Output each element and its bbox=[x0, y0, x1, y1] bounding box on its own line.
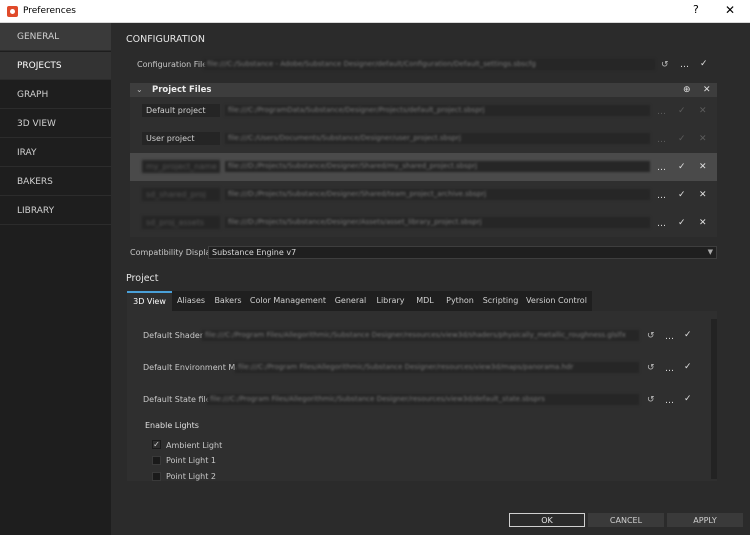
browse-icon[interactable]: … bbox=[665, 332, 674, 342]
tab-mdl[interactable]: MDL bbox=[410, 291, 440, 311]
point-light-2-checkbox[interactable] bbox=[152, 472, 161, 481]
check-icon: ✓ bbox=[678, 106, 686, 116]
apply-button[interactable]: APPLY bbox=[667, 513, 743, 527]
tab-general[interactable]: General bbox=[330, 291, 371, 311]
project-path: file:///C:/Users/Documents/Substance/Des… bbox=[225, 133, 650, 144]
close-icon[interactable]: ✕ bbox=[725, 3, 735, 17]
tab-scripting[interactable]: Scripting bbox=[480, 291, 521, 311]
sidebar-item-projects[interactable]: PROJECTS bbox=[0, 52, 111, 80]
window-title: Preferences bbox=[23, 6, 76, 16]
main-panel: CONFIGURATION Configuration File: file:/… bbox=[111, 23, 750, 535]
check-icon[interactable]: ✓ bbox=[684, 330, 692, 340]
project-path: file:///C:/ProgramData/Substance/Designe… bbox=[225, 105, 650, 116]
project-files-header: ⌄ Project Files ⊕ ✕ bbox=[130, 83, 717, 97]
point-light-2-label: Point Light 2 bbox=[166, 472, 217, 481]
remove-icon[interactable]: ✕ bbox=[699, 190, 707, 200]
default-state-file-path[interactable]: file:///C:/Program Files/Allegorithmic/S… bbox=[207, 394, 639, 405]
sidebar-item-bakers[interactable]: BAKERS bbox=[0, 168, 111, 196]
check-icon[interactable]: ✓ bbox=[684, 362, 692, 372]
sidebar-item-iray[interactable]: IRAY bbox=[0, 139, 111, 167]
sidebar-item-general[interactable]: GENERAL bbox=[0, 23, 111, 51]
dropdown-arrow-icon: ▼ bbox=[707, 248, 713, 256]
remove-icon[interactable]: ✕ bbox=[699, 162, 707, 172]
default-shader-path[interactable]: file:///C:/Program Files/Allegorithmic/S… bbox=[202, 330, 639, 341]
ambient-light-label: Ambient Light bbox=[166, 441, 223, 450]
browse-icon: … bbox=[657, 135, 666, 145]
tab-python[interactable]: Python bbox=[440, 291, 480, 311]
project-path[interactable]: file:///D:/Projects/Substance/Designer/S… bbox=[225, 161, 650, 172]
project-heading: Project bbox=[126, 273, 159, 284]
project-name[interactable]: sd_proj_assets bbox=[142, 216, 220, 229]
remove-icon: ✕ bbox=[699, 134, 707, 144]
project-row-selected[interactable]: my_project_name file:///D:/Projects/Subs… bbox=[130, 153, 717, 181]
remove-icon[interactable]: ✕ bbox=[699, 218, 707, 228]
reset-icon[interactable]: ↺ bbox=[661, 60, 669, 70]
project-row[interactable]: sd_proj_assets file:///D:/Projects/Subst… bbox=[130, 209, 717, 237]
sidebar-item-graph[interactable]: GRAPH bbox=[0, 81, 111, 109]
tab-library[interactable]: Library bbox=[371, 291, 410, 311]
tab-panel-3d-view: Default Shader: file:///C:/Program Files… bbox=[127, 311, 717, 481]
project-name[interactable]: sd_shared_proj bbox=[142, 188, 220, 201]
point-light-1-label: Point Light 1 bbox=[166, 456, 217, 465]
check-icon: ✓ bbox=[678, 134, 686, 144]
compatibility-display-label: Compatibility Display: bbox=[130, 248, 218, 257]
tab-panel-scrollbar[interactable] bbox=[711, 319, 717, 479]
check-icon[interactable]: ✓ bbox=[700, 59, 708, 69]
tab-color-management[interactable]: Color Management bbox=[246, 291, 330, 311]
browse-icon[interactable]: … bbox=[680, 60, 689, 70]
tab-version-control[interactable]: Version Control bbox=[521, 291, 592, 311]
project-name[interactable]: my_project_name bbox=[142, 160, 220, 173]
ambient-light-checkbox[interactable]: ✓ bbox=[152, 440, 161, 449]
compatibility-display-select[interactable]: Substance Engine v7 ▼ bbox=[208, 246, 717, 259]
compatibility-display-value: Substance Engine v7 bbox=[212, 248, 297, 257]
project-name: User project bbox=[142, 132, 220, 145]
reset-icon[interactable]: ↺ bbox=[647, 331, 655, 341]
browse-icon: … bbox=[657, 107, 666, 117]
title-bar: Preferences ? ✕ bbox=[0, 0, 750, 23]
ok-button[interactable]: OK bbox=[509, 513, 585, 527]
cancel-button[interactable]: CANCEL bbox=[588, 513, 664, 527]
default-state-file-label: Default State file: bbox=[143, 395, 214, 404]
project-row[interactable]: Default project file:///C:/ProgramData/S… bbox=[130, 97, 717, 125]
sidebar-item-3d-view[interactable]: 3D VIEW bbox=[0, 110, 111, 138]
sidebar: GENERAL PROJECTS GRAPH 3D VIEW IRAY BAKE… bbox=[0, 23, 111, 535]
configuration-file-label: Configuration File: bbox=[137, 60, 210, 69]
default-environment-map-label: Default Environment Map: bbox=[143, 363, 248, 372]
configuration-heading: CONFIGURATION bbox=[126, 34, 205, 45]
browse-icon[interactable]: … bbox=[665, 396, 674, 406]
point-light-1-checkbox[interactable] bbox=[152, 456, 161, 465]
remove-all-icon[interactable]: ✕ bbox=[703, 85, 711, 95]
browse-icon[interactable]: … bbox=[657, 191, 666, 201]
sidebar-item-library[interactable]: LIBRARY bbox=[0, 197, 111, 225]
remove-icon: ✕ bbox=[699, 106, 707, 116]
tab-aliases[interactable]: Aliases bbox=[172, 291, 210, 311]
check-icon[interactable]: ✓ bbox=[684, 394, 692, 404]
browse-icon[interactable]: … bbox=[657, 219, 666, 229]
browse-icon[interactable]: … bbox=[657, 163, 666, 173]
reset-icon[interactable]: ↺ bbox=[647, 363, 655, 373]
app-logo-icon bbox=[7, 6, 18, 17]
help-button[interactable]: ? bbox=[693, 3, 699, 16]
default-shader-label: Default Shader: bbox=[143, 331, 206, 340]
collapse-chevron-icon[interactable]: ⌄ bbox=[136, 85, 143, 95]
project-row[interactable]: sd_shared_proj file:///D:/Projects/Subst… bbox=[130, 181, 717, 209]
tab-bakers[interactable]: Bakers bbox=[210, 291, 246, 311]
tab-3d-view[interactable]: 3D View bbox=[127, 291, 172, 311]
project-tabs: 3D View Aliases Bakers Color Management … bbox=[127, 291, 592, 311]
check-icon[interactable]: ✓ bbox=[678, 218, 686, 228]
check-icon[interactable]: ✓ bbox=[678, 162, 686, 172]
project-path[interactable]: file:///D:/Projects/Substance/Designer/S… bbox=[225, 189, 650, 200]
enable-lights-heading: Enable Lights bbox=[145, 421, 199, 430]
browse-icon[interactable]: … bbox=[665, 364, 674, 374]
project-path[interactable]: file:///D:/Projects/Substance/Designer/A… bbox=[225, 217, 650, 228]
project-row[interactable]: User project file:///C:/Users/Documents/… bbox=[130, 125, 717, 153]
reset-icon[interactable]: ↺ bbox=[647, 395, 655, 405]
check-icon[interactable]: ✓ bbox=[678, 190, 686, 200]
project-files-title: Project Files bbox=[152, 85, 212, 95]
default-environment-map-path[interactable]: file:///C:/Program Files/Allegorithmic/S… bbox=[235, 362, 639, 373]
project-name: Default project bbox=[142, 104, 220, 117]
project-files-list: Default project file:///C:/ProgramData/S… bbox=[130, 97, 717, 237]
add-project-icon[interactable]: ⊕ bbox=[683, 85, 691, 95]
configuration-file-path[interactable]: file:///C:/Substance - Adobe/Substance D… bbox=[204, 59, 655, 70]
